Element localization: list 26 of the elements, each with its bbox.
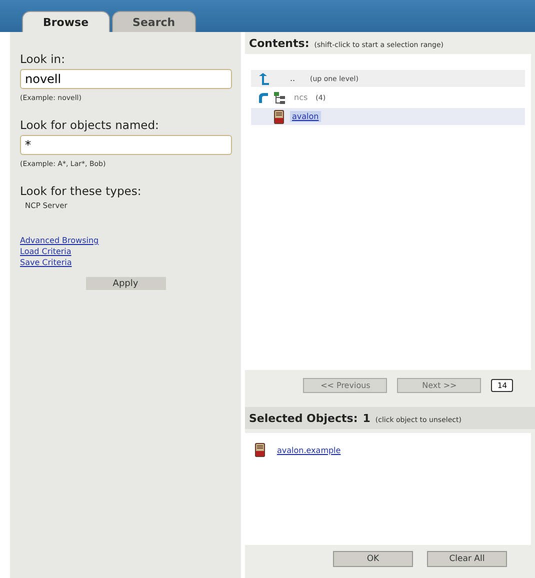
action-button[interactable]: OK — [333, 551, 413, 567]
text-field[interactable]: novell — [20, 69, 232, 89]
field-label: Look in: — [20, 52, 66, 66]
object-name[interactable]: avalon — [290, 111, 321, 122]
selected-objects-title: Selected Objects: — [249, 412, 358, 425]
criteria-link[interactable]: Load Criteria — [20, 247, 72, 256]
action-button[interactable]: Clear All — [427, 551, 507, 567]
server-icon — [255, 443, 265, 457]
text-field[interactable]: * — [20, 135, 232, 155]
tab[interactable]: Browse — [22, 11, 110, 32]
curved-arrow-icon — [259, 92, 268, 102]
parent-link[interactable]: .. — [290, 74, 304, 83]
selected-count: 1 — [362, 412, 370, 425]
apply-button[interactable]: Apply — [86, 277, 166, 290]
field-label: Look for objects named: — [20, 118, 160, 132]
criteria-link[interactable]: Save Criteria — [20, 258, 72, 267]
object-name[interactable]: ncs — [292, 92, 310, 103]
tab[interactable]: Search — [112, 11, 196, 32]
selected-object-link[interactable]: avalon.example — [277, 446, 341, 454]
criteria-link[interactable]: Advanced Browsing — [20, 236, 99, 245]
server-icon — [274, 110, 284, 124]
types-label: Look for these types: — [20, 184, 142, 198]
list-row[interactable]: avalon — [251, 108, 525, 125]
tree-icon — [274, 92, 286, 104]
contents-title: Contents: — [249, 37, 310, 50]
up-arrow-icon — [259, 72, 269, 84]
